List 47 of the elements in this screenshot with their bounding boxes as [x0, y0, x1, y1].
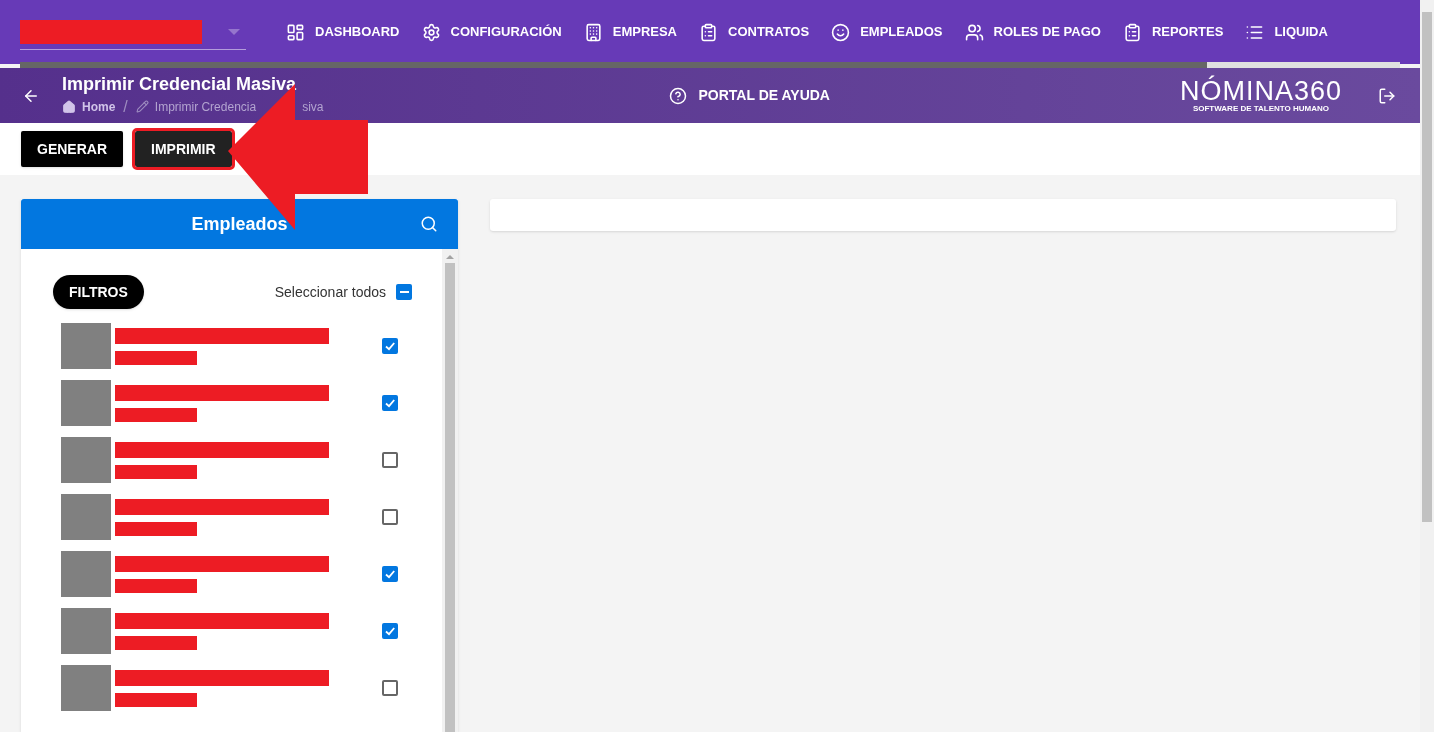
logout-icon[interactable]: [1378, 86, 1396, 105]
nav-tab[interactable]: DASHBOARD: [286, 22, 400, 42]
avatar-placeholder: [61, 665, 111, 711]
pencil-icon: [135, 100, 149, 113]
breadcrumb-current: Imprimir Credencia: [154, 98, 257, 116]
avatar-placeholder: [61, 380, 111, 426]
filters-button[interactable]: FILTROS: [53, 275, 144, 309]
help-link[interactable]: PORTAL DE AYUDA: [698, 85, 830, 106]
nav-tab[interactable]: ROLES DE PAGO: [964, 22, 1101, 42]
nav-tab[interactable]: EMPLEADOS: [831, 22, 943, 42]
dashboard-icon: [286, 22, 305, 42]
nav-tab[interactable]: EMPRESA: [583, 22, 677, 42]
nav-tab[interactable]: LIQUIDA: [1245, 22, 1328, 42]
breadcrumb-link[interactable]: Home: [82, 97, 116, 116]
breadcrumb-separator: /: [123, 96, 128, 117]
checkbox[interactable]: [382, 680, 398, 696]
checkbox[interactable]: [382, 452, 398, 468]
checkbox[interactable]: [382, 395, 398, 411]
checkbox[interactable]: [382, 338, 398, 354]
nav-tab[interactable]: REPORTES: [1122, 22, 1224, 42]
people-icon: [964, 22, 984, 42]
nav-tab[interactable]: CONTRATOS: [699, 22, 810, 42]
avatar-placeholder: [61, 323, 111, 369]
help-icon: [668, 86, 687, 105]
settings-icon: [421, 22, 441, 42]
toolbar-button[interactable]: GENERAR: [21, 131, 123, 167]
clipboard-icon: [699, 22, 718, 42]
caret-icon: [228, 28, 240, 35]
breadcrumb-current: siva: [302, 98, 324, 116]
search-icon[interactable]: [420, 215, 438, 233]
clipboard-icon: [1122, 22, 1142, 42]
avatar-placeholder: [61, 437, 111, 483]
checkbox[interactable]: [382, 509, 398, 525]
checkbox[interactable]: [382, 566, 398, 582]
toolbar-button[interactable]: IMPRIMIR: [135, 131, 232, 167]
nav-tab[interactable]: CONFIGURACIÓN: [421, 22, 562, 42]
avatar-placeholder: [61, 551, 111, 597]
avatar-placeholder: [61, 608, 111, 654]
panel-title: Empleados: [191, 212, 288, 236]
face-icon: [831, 22, 851, 42]
avatar-placeholder: [61, 494, 111, 540]
building-icon: [583, 22, 603, 42]
checkbox[interactable]: [396, 284, 412, 300]
checkbox[interactable]: [382, 623, 398, 639]
select-all-label: Seleccionar todos: [274, 282, 386, 302]
page-title: Imprimir Credencial Masiva: [62, 72, 298, 95]
home-icon: [62, 99, 76, 114]
